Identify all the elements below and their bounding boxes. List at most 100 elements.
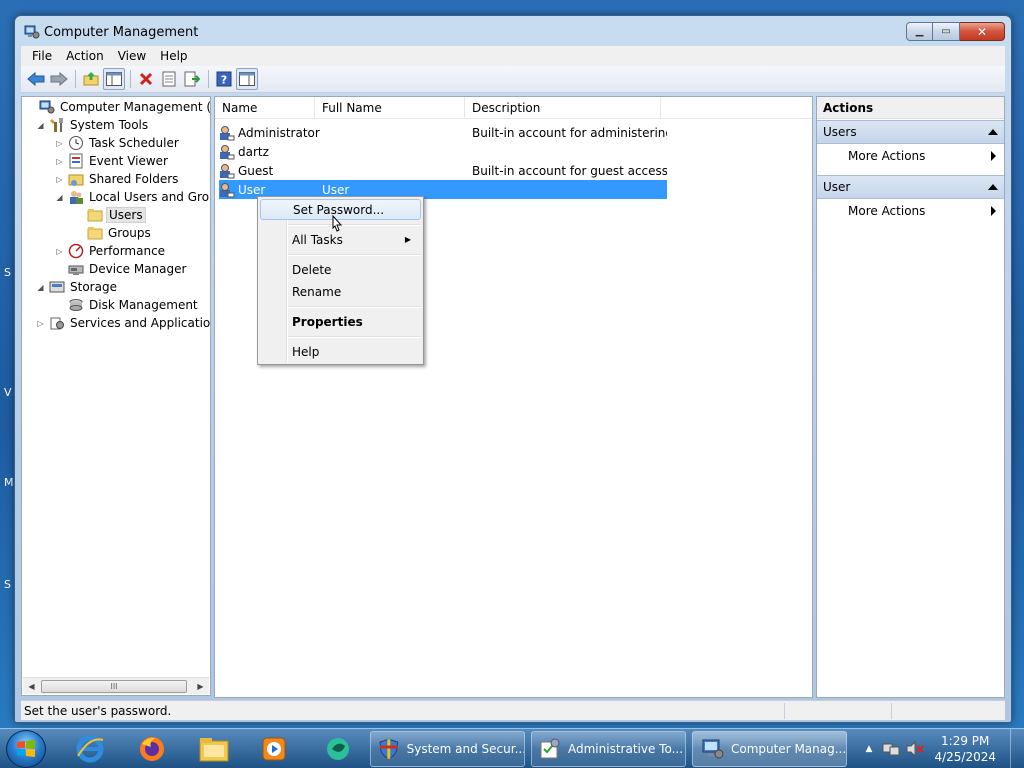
user-row[interactable]: dartz [219,142,667,161]
user-row[interactable]: Administrator Built-in account for admini… [219,123,667,142]
tree-item-label: Computer Management (Local [60,100,211,114]
expand-arrow-icon[interactable]: ▷ [54,139,65,148]
expand-arrow-icon[interactable]: ▷ [54,175,65,184]
collapse-arrow-icon[interactable]: ◢ [35,283,46,292]
more-actions-user[interactable]: More Actions [817,199,1004,223]
user-row[interactable]: Guest Built-in account for guest access t… [219,161,667,180]
mouse-cursor-icon [332,215,343,232]
menu-item-delete[interactable]: Delete [260,259,421,280]
user-account-icon [220,163,235,178]
expand-arrow-icon[interactable]: ▷ [54,247,65,256]
forward-button[interactable] [48,68,70,90]
expand-arrow-icon[interactable]: ▷ [54,157,65,166]
up-level-button[interactable] [80,68,102,90]
actions-title: Actions [817,97,1004,119]
tree-item[interactable]: Users [73,206,146,224]
computer-management-icon [39,99,55,115]
close-button[interactable]: ✕ [960,22,1005,41]
system-tray: ▲ 1:29 PM 4/25/2024 [866,729,1024,768]
menu-item-rename[interactable]: Rename [260,281,421,302]
taskbar-button-computer-management[interactable]: Computer Manag... [692,731,847,767]
export-list-icon [184,71,200,87]
tree-item[interactable]: ▷ Shared Folders [54,170,180,188]
taskbar-button-system-security[interactable]: System and Secur... [370,731,525,767]
scroll-left-icon[interactable]: ◀ [23,678,40,695]
collapse-icon[interactable] [988,129,998,135]
device-manager-icon [68,261,84,277]
user-description-cell: Built-in account for administering... [472,125,667,140]
help-icon: ? [216,71,232,87]
collapse-arrow-icon[interactable]: ◢ [35,121,46,130]
folder-icon [87,207,103,223]
pinned-media-player[interactable] [246,731,302,767]
folder-icon [87,225,103,241]
scroll-thumb[interactable]: III [41,680,187,693]
tree-item[interactable]: ◢ Storage [35,278,119,296]
delete-button[interactable] [135,68,157,90]
tree-item[interactable]: ▷ Services and Applications [35,314,210,332]
taskbar-button-administrative-tools[interactable]: Administrative To... [531,731,686,767]
more-actions-users[interactable]: More Actions [817,144,1004,168]
properties-button[interactable] [158,68,180,90]
tree-item[interactable]: Groups [73,224,153,242]
shield-icon [379,738,399,760]
maximize-button[interactable]: ▭ [933,22,960,41]
menu-separator [288,254,421,256]
submenu-arrow-icon [991,151,996,161]
menu-view[interactable]: View [111,49,153,63]
tree-item[interactable]: Device Manager [54,260,188,278]
app-icon [327,738,349,760]
network-icon[interactable] [882,741,900,757]
expand-arrow-icon[interactable]: ▷ [35,319,46,328]
volume-muted-icon[interactable] [906,741,925,757]
menu-item-label: Properties [292,314,363,329]
show-hidden-icons-icon[interactable]: ▲ [866,744,873,754]
menu-file[interactable]: File [25,49,59,63]
back-arrow-icon [27,72,45,86]
show-hide-action-pane-button[interactable] [236,68,258,90]
clock[interactable]: 1:29 PM 4/25/2024 [934,733,996,765]
pinned-firefox[interactable] [124,731,180,767]
back-button[interactable] [25,68,47,90]
pinned-internet-explorer[interactable] [62,731,118,767]
toolbar: ? [21,66,1005,93]
pinned-app[interactable] [310,731,366,767]
actions-section-users[interactable]: Users [817,120,1004,144]
column-header-name[interactable]: Name [215,97,315,119]
tree-item[interactable]: Disk Management [54,296,200,314]
title-bar[interactable]: Computer Management ▁ ▭ ✕ [15,16,1011,48]
console-tree[interactable]: ◀ III ▶ Computer Management (Local ◢ Syste… [21,96,211,696]
minimize-button[interactable]: ▁ [906,22,933,41]
collapse-arrow-icon[interactable]: ◢ [54,193,65,202]
tree-item[interactable]: ◢ Local Users and Groups [54,188,210,206]
menu-item-properties[interactable]: Properties [260,311,421,332]
tree-horizontal-scrollbar[interactable]: ◀ III ▶ [23,677,209,694]
export-list-button[interactable] [181,68,203,90]
tree-item[interactable]: ▷ Task Scheduler [54,134,181,152]
collapse-icon[interactable] [988,184,998,190]
up-folder-icon [83,72,99,86]
tree-item[interactable]: ◢ System Tools [35,116,150,134]
start-button[interactable] [6,730,46,768]
menu-help[interactable]: Help [153,49,194,63]
taskbar-button-label: Computer Manag... [730,742,846,756]
pinned-file-explorer[interactable] [186,731,242,767]
tree-item[interactable]: Computer Management (Local [25,98,211,116]
help-button[interactable]: ? [213,68,235,90]
show-desktop-button[interactable] [1010,729,1024,768]
system-tools-icon [49,117,65,133]
tree-item-label: Groups [108,226,151,240]
users-list-pane[interactable]: Name Full Name Description Administrator… [214,96,813,698]
actions-section-user[interactable]: User [817,175,1004,199]
scroll-right-icon[interactable]: ▶ [192,678,209,695]
properties-icon [162,71,176,87]
computer-management-icon [24,25,40,39]
tree-item[interactable]: ▷ Event Viewer [54,152,170,170]
show-hide-tree-button[interactable] [103,68,125,90]
event-viewer-icon [68,153,84,169]
column-header-full-name[interactable]: Full Name [315,97,465,119]
column-header-description[interactable]: Description [465,97,661,119]
tree-item[interactable]: ▷ Performance [54,242,167,260]
menu-item-help[interactable]: Help [260,341,421,362]
menu-action[interactable]: Action [59,49,111,63]
